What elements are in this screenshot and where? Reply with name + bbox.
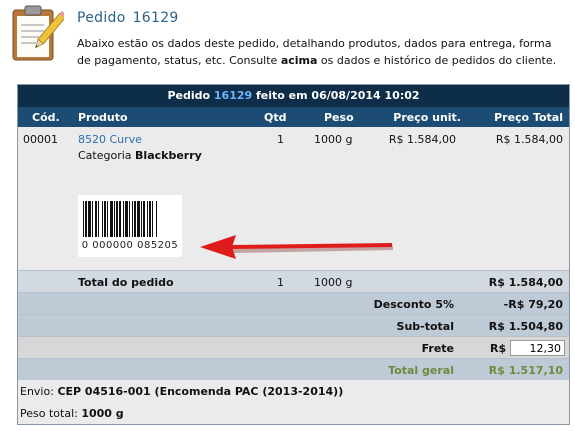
intro-text-end: os dados e histórico de pedidos do clien… <box>317 54 557 67</box>
barcode-bar <box>141 201 142 237</box>
shipping-info-value: CEP 04516-001 (Encomenda PAC (2013-2014)… <box>57 385 344 398</box>
barcode-bar <box>132 201 133 237</box>
order-header-date: feito em 06/08/2014 10:02 <box>256 89 420 102</box>
total-weight-value: 1000 g <box>81 407 124 420</box>
order-header: Pedido 16129 feito em 06/08/2014 10:02 <box>18 85 569 107</box>
page-title: Pedido 16129 <box>77 10 179 26</box>
barcode-bar <box>119 201 121 237</box>
column-preco-total: Preço Total <box>494 111 563 124</box>
column-produto: Produto <box>78 111 128 124</box>
order-header-prefix: Pedido <box>167 89 211 102</box>
barcode-bar <box>152 201 153 237</box>
shipping-info-label: Envio: <box>20 385 54 398</box>
shipping-label: Frete <box>421 342 454 355</box>
red-arrow-icon <box>200 235 394 259</box>
column-qtd: Qtd <box>264 111 287 124</box>
subtotal-value: R$ 1.504,80 <box>488 320 563 333</box>
discount-value: -R$ 79,20 <box>503 298 563 311</box>
item-category-value: Blackberry <box>135 149 202 162</box>
order-total-row: Total do pedido 1 1000 g R$ 1.584,00 <box>18 270 569 292</box>
shipping-info-row: Envio: CEP 04516-001 (Encomenda PAC (201… <box>18 380 569 402</box>
barcode-bar <box>104 201 106 237</box>
barcode-bar <box>143 201 145 237</box>
order-total-value: R$ 1.584,00 <box>488 276 563 289</box>
order-total-peso: 1000 g <box>314 276 353 289</box>
barcode-bar <box>123 201 124 237</box>
barcode-bar <box>125 201 128 237</box>
column-header-row: Cód. Produto Qtd Peso Preço unit. Preço … <box>18 107 569 127</box>
barcode-bar <box>156 201 157 237</box>
shipping-row: Frete R$ <box>18 336 569 358</box>
total-weight-label: Peso total: <box>20 407 78 420</box>
column-preco-unit: Preço unit. <box>393 111 461 124</box>
intro-text-emphasis: acima <box>280 54 318 67</box>
barcode-bar <box>85 201 87 237</box>
shipping-currency: R$ <box>490 342 507 355</box>
barcode-bar <box>83 201 84 237</box>
page-title-label: Pedido <box>77 10 126 26</box>
shipping-info: Envio: CEP 04516-001 (Encomenda PAC (201… <box>20 385 343 398</box>
item-qtd: 1 <box>277 133 284 146</box>
item-name-link[interactable]: 8520 Curve <box>78 133 142 146</box>
item-category-label: Categoria <box>78 149 132 162</box>
subtotal-row: Sub-total R$ 1.504,80 <box>18 314 569 336</box>
item-preco-total: R$ 1.584,00 <box>495 133 563 146</box>
barcode-bar <box>98 201 99 237</box>
order-header-number: 16129 <box>213 89 253 102</box>
intro-text: Abaixo estão os dados deste pedido, deta… <box>77 35 567 69</box>
order-panel: Pedido 16129 feito em 06/08/2014 10:02 C… <box>17 84 570 425</box>
discount-label: Desconto 5% <box>373 298 454 311</box>
item-peso: 1000 g <box>314 133 353 146</box>
barcode-bar <box>92 201 93 237</box>
barcode-bar <box>88 201 91 237</box>
column-peso: Peso <box>324 111 354 124</box>
barcode-bar <box>95 201 97 237</box>
barcode-number: 0 000000 085205 <box>81 240 179 251</box>
barcode-bar <box>116 201 118 237</box>
grand-total-label: Total geral <box>388 364 454 377</box>
barcode-bar <box>147 201 148 237</box>
item-preco-unit: R$ 1.584,00 <box>388 133 456 146</box>
barcode-bar <box>110 201 113 237</box>
order-total-qtd: 1 <box>277 276 284 289</box>
barcode-bar <box>137 201 140 237</box>
grand-total-value: R$ 1.517,10 <box>488 364 563 377</box>
barcode-bar <box>102 201 103 237</box>
item-row: 00001 8520 Curve Categoria Blackberry 1 … <box>18 127 569 270</box>
barcode-bar <box>114 201 115 237</box>
subtotal-label: Sub-total <box>396 320 454 333</box>
total-weight-row: Peso total: 1000 g <box>18 402 569 424</box>
item-category: Categoria Blackberry <box>78 149 202 162</box>
shipping-input[interactable] <box>510 340 565 356</box>
barcode-bar <box>129 201 130 237</box>
barcode-bar <box>134 201 136 237</box>
barcode-bar <box>149 201 151 237</box>
barcode-bars <box>83 201 157 237</box>
barcode-bar <box>107 201 108 237</box>
total-weight: Peso total: 1000 g <box>20 407 124 420</box>
grand-total-row: Total geral R$ 1.517,10 <box>18 358 569 380</box>
discount-row: Desconto 5% -R$ 79,20 <box>18 292 569 314</box>
item-cod: 00001 <box>23 133 58 146</box>
clipboard-pencil-icon <box>12 5 64 61</box>
order-total-label: Total do pedido <box>78 276 174 289</box>
column-cod: Cód. <box>32 111 60 124</box>
barcode-image: 0 000000 085205 <box>78 195 182 257</box>
page-title-number: 16129 <box>132 10 179 26</box>
